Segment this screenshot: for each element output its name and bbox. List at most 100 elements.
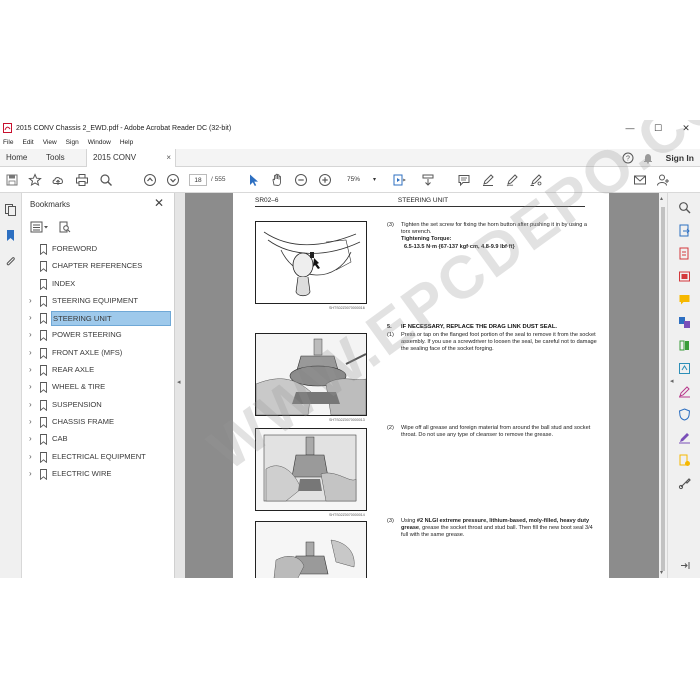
torque-label: Tightening Torque: bbox=[401, 236, 452, 243]
export-pdf-icon[interactable] bbox=[678, 224, 691, 237]
menu-help[interactable]: Help bbox=[120, 139, 133, 146]
bookmark-label: STEERING UNIT bbox=[51, 311, 171, 327]
bookmark-label: CAB bbox=[52, 434, 68, 444]
bookmark-item[interactable]: FOREWORD bbox=[22, 241, 175, 258]
scroll-mode-icon[interactable] bbox=[421, 173, 435, 187]
comment-icon[interactable] bbox=[457, 173, 471, 187]
chevron-right-icon[interactable]: › bbox=[29, 365, 37, 374]
step-number: (2) bbox=[387, 425, 394, 431]
bookmark-label: STEERING EQUIPMENT bbox=[52, 295, 139, 305]
bookmark-options-icon[interactable] bbox=[30, 221, 50, 233]
step-text: Using #2 NLGI extreme pressure, lithium-… bbox=[401, 518, 597, 540]
menu-sign[interactable]: Sign bbox=[66, 139, 79, 146]
more-tools-icon[interactable] bbox=[678, 477, 691, 490]
scan-ocr-icon[interactable] bbox=[678, 362, 691, 375]
cloud-upload-icon[interactable] bbox=[51, 173, 65, 187]
zoom-in-icon[interactable] bbox=[318, 173, 332, 187]
bookmarks-panel: Bookmarks ✕ FOREWORD CHAPTER REFERENCES IN… bbox=[22, 193, 175, 578]
bookmark-item[interactable]: INDEX bbox=[22, 276, 175, 293]
bookmark-item[interactable]: › STEERING UNIT bbox=[22, 310, 175, 327]
tab-tools[interactable]: Tools bbox=[40, 149, 80, 167]
page-thumbnails-icon[interactable] bbox=[4, 203, 17, 216]
zoom-out-icon[interactable] bbox=[294, 173, 308, 187]
bookmark-item[interactable]: › REAR AXLE bbox=[22, 362, 175, 379]
close-tab-icon[interactable]: × bbox=[166, 149, 171, 167]
bookmark-ribbon-icon bbox=[40, 399, 47, 411]
menu-window[interactable]: Window bbox=[88, 139, 111, 146]
chevron-right-icon[interactable]: › bbox=[29, 382, 37, 391]
close-panel-icon[interactable]: ✕ bbox=[154, 196, 164, 210]
combine-files-icon[interactable] bbox=[678, 316, 691, 329]
bookmark-item[interactable]: › ELECTRICAL EQUIPMENT bbox=[22, 449, 175, 466]
scrollbar-thumb[interactable] bbox=[661, 207, 665, 571]
bookmark-label: WHEEL & TIRE bbox=[52, 382, 106, 392]
chevron-right-icon[interactable]: › bbox=[29, 313, 37, 322]
print-icon[interactable] bbox=[75, 173, 89, 187]
panel-splitter[interactable]: ◂ bbox=[175, 193, 185, 578]
bookmark-star-icon[interactable] bbox=[28, 173, 42, 187]
bookmarks-header: Bookmarks bbox=[30, 200, 71, 209]
chevron-right-icon[interactable]: › bbox=[29, 296, 37, 305]
request-signature-icon[interactable] bbox=[678, 431, 691, 444]
collapse-panel-arrow-icon[interactable]: ◂ bbox=[177, 378, 181, 386]
tools-pane-rail: ◂ bbox=[667, 193, 700, 578]
select-cursor-icon[interactable] bbox=[247, 173, 261, 187]
next-page-icon[interactable] bbox=[166, 173, 180, 187]
save-icon[interactable] bbox=[5, 173, 19, 187]
bookmark-item[interactable]: CHAPTER REFERENCES bbox=[22, 258, 175, 275]
expand-tools-arrow-icon[interactable]: ◂ bbox=[670, 377, 674, 385]
vertical-scrollbar[interactable]: ▴ ▾ bbox=[659, 193, 667, 578]
zoom-search-icon[interactable] bbox=[99, 173, 113, 187]
search-tool-icon[interactable] bbox=[678, 201, 691, 214]
chevron-right-icon[interactable]: › bbox=[29, 469, 37, 478]
bookmark-item[interactable]: › WHEEL & TIRE bbox=[22, 379, 175, 396]
bookmark-item[interactable]: › CAB bbox=[22, 431, 175, 448]
bookmark-item[interactable]: › CHASSIS FRAME bbox=[22, 414, 175, 431]
attachments-paperclip-icon[interactable] bbox=[4, 255, 17, 268]
chevron-right-icon[interactable]: › bbox=[29, 330, 37, 339]
send-for-review-icon[interactable] bbox=[678, 454, 691, 467]
highlight-pen-icon[interactable] bbox=[481, 173, 495, 187]
menu-file[interactable]: File bbox=[3, 139, 13, 146]
bookmark-item[interactable]: › POWER STEERING bbox=[22, 327, 175, 344]
protect-shield-icon[interactable] bbox=[678, 408, 691, 421]
comment-tool-icon[interactable] bbox=[678, 293, 691, 306]
figure-code: SHTS02Z0070000013 bbox=[329, 418, 365, 422]
chevron-right-icon[interactable]: › bbox=[29, 452, 37, 461]
create-pdf-icon[interactable] bbox=[678, 247, 691, 260]
step-text-prefix: Using bbox=[401, 518, 417, 524]
previous-page-icon[interactable] bbox=[143, 173, 157, 187]
chevron-right-icon[interactable]: › bbox=[29, 400, 37, 409]
collapse-tools-icon[interactable] bbox=[678, 559, 691, 572]
zoom-level-value: 75% bbox=[347, 176, 361, 183]
bookmark-item[interactable]: › STEERING EQUIPMENT bbox=[22, 293, 175, 310]
zoom-level-select[interactable]: 75% ▾ bbox=[340, 174, 378, 186]
page-number-input[interactable]: 18 bbox=[189, 174, 207, 186]
bookmark-label: POWER STEERING bbox=[52, 330, 122, 340]
chevron-right-icon[interactable]: › bbox=[29, 417, 37, 426]
hand-tool-icon[interactable] bbox=[270, 173, 284, 187]
bookmarks-panel-icon[interactable] bbox=[4, 229, 17, 242]
bookmark-item[interactable]: › ELECTRIC WIRE bbox=[22, 466, 175, 483]
menu-edit[interactable]: Edit bbox=[22, 139, 33, 146]
find-bookmark-icon[interactable] bbox=[58, 221, 72, 233]
bookmark-ribbon-icon bbox=[40, 313, 47, 325]
chevron-down-icon: ▾ bbox=[372, 177, 376, 183]
bookmark-label: ELECTRICAL EQUIPMENT bbox=[52, 451, 146, 461]
tab-document[interactable]: 2015 CONV Chassi... × bbox=[86, 149, 176, 180]
edit-pdf-icon[interactable] bbox=[678, 270, 691, 283]
tab-home[interactable]: Home bbox=[0, 149, 36, 167]
fill-and-sign-icon[interactable] bbox=[678, 385, 691, 398]
organize-pages-icon[interactable] bbox=[678, 339, 691, 352]
scroll-up-icon[interactable]: ▴ bbox=[660, 195, 663, 202]
menu-view[interactable]: View bbox=[43, 139, 57, 146]
step-text-suffix: , grease the socket throat and stud ball… bbox=[401, 525, 593, 539]
draw-freehand-icon[interactable] bbox=[505, 173, 519, 187]
bookmark-label: INDEX bbox=[52, 278, 76, 288]
bookmark-item[interactable]: › FRONT AXLE (MFS) bbox=[22, 345, 175, 362]
chevron-right-icon[interactable]: › bbox=[29, 434, 37, 443]
chevron-right-icon[interactable]: › bbox=[29, 348, 37, 357]
fit-page-icon[interactable] bbox=[392, 173, 406, 187]
scroll-down-icon[interactable]: ▾ bbox=[660, 569, 663, 576]
bookmark-item[interactable]: › SUSPENSION bbox=[22, 397, 175, 414]
